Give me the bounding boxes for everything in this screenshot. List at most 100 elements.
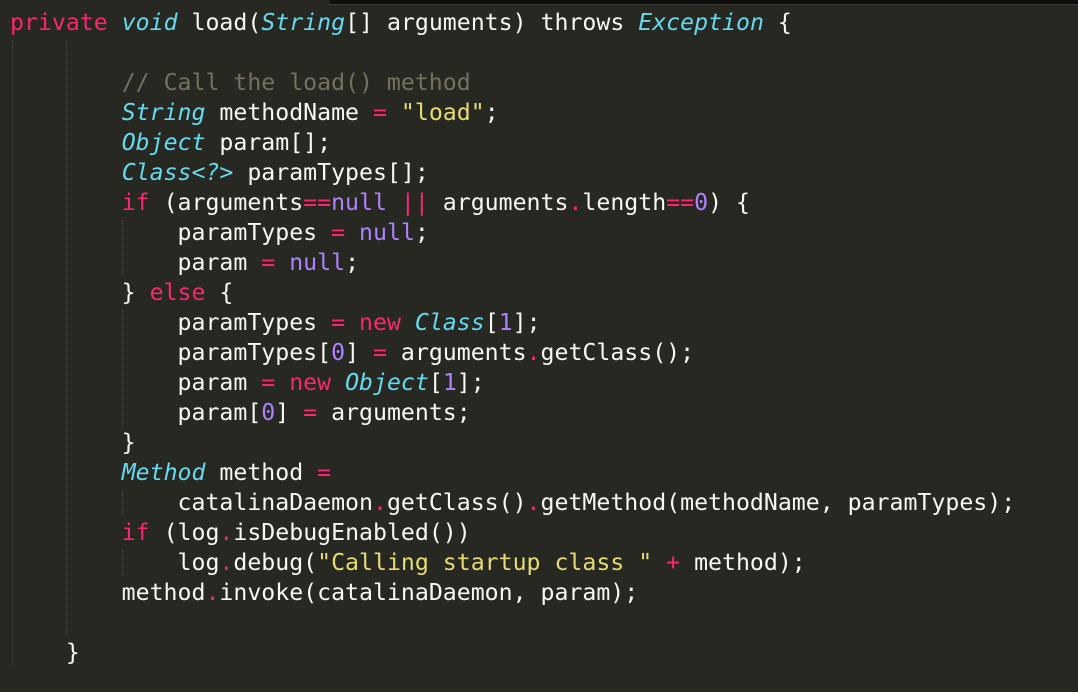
code-token: getClass() [386, 489, 527, 516]
code-token: param[ [10, 399, 262, 426]
code-token: length [582, 189, 667, 216]
code-line[interactable]: } [10, 428, 1078, 458]
code-token: ; [484, 99, 499, 126]
code-line[interactable]: log.debug("Calling startup class " + met… [10, 548, 1078, 578]
indent-guide [66, 40, 67, 636]
code-token: paramTypes[ [10, 339, 332, 366]
code-token: ]; [456, 369, 485, 396]
code-token: if [121, 519, 150, 546]
code-line[interactable]: paramTypes = null; [10, 218, 1078, 248]
code-token: { [763, 9, 792, 36]
code-line[interactable]: paramTypes = new Class[1]; [10, 308, 1078, 338]
code-token: . [372, 489, 387, 516]
indent-guide [122, 310, 123, 426]
code-line[interactable]: paramTypes[0] = arguments.getClass(); [10, 338, 1078, 368]
code-token: paramTypes[]; [233, 159, 429, 186]
code-token: Object [121, 129, 206, 156]
code-token: == [303, 189, 332, 216]
code-token: } [10, 639, 80, 666]
code-line[interactable] [10, 38, 1078, 68]
code-line[interactable]: // Call the load() method [10, 68, 1078, 98]
code-line[interactable]: method.invoke(catalinaDaemon, param); [10, 578, 1078, 608]
code-line[interactable]: } else { [10, 278, 1078, 308]
code-token: new [359, 309, 401, 336]
indent-guide [122, 490, 123, 516]
code-token: = [372, 339, 387, 366]
code-token: null [359, 219, 415, 246]
code-token: method); [680, 549, 806, 576]
code-token: null [331, 189, 387, 216]
code-token: new [289, 369, 332, 396]
code-token: Class [414, 309, 485, 336]
code-token: String [121, 99, 206, 126]
code-token: "Calling startup class " [317, 549, 653, 576]
code-token: { [205, 279, 234, 306]
tab-bar-edge [330, 0, 1078, 5]
code-token: String [261, 9, 346, 36]
code-line[interactable]: String methodName = "load"; [10, 98, 1078, 128]
code-token: getMethod(methodName, paramTypes); [540, 489, 1016, 516]
code-token: catalinaDaemon [10, 489, 373, 516]
code-token: } [10, 279, 150, 306]
code-token: else [149, 279, 206, 306]
code-token: ]; [512, 309, 541, 336]
code-token: ; [414, 219, 429, 246]
code-token: isDebugEnabled()) [233, 519, 471, 546]
code-token: load( [177, 9, 262, 36]
code-token: . [568, 189, 583, 216]
code-token: [ [484, 309, 499, 336]
code-token: paramTypes [10, 219, 332, 246]
code-token: == [666, 189, 695, 216]
code-token: 0 [331, 339, 346, 366]
code-token: = [317, 459, 332, 486]
code-line[interactable]: if (arguments==null || arguments.length=… [10, 188, 1078, 218]
code-token: (arguments [149, 189, 304, 216]
code-token: . [205, 579, 220, 606]
code-line[interactable]: Object param[]; [10, 128, 1078, 158]
code-line[interactable]: if (log.isDebugEnabled()) [10, 518, 1078, 548]
code-token: if [121, 189, 150, 216]
code-token: = [372, 99, 387, 126]
code-token: method [205, 459, 318, 486]
code-line[interactable]: private void load(String[] arguments) th… [10, 8, 1078, 38]
code-token: = [261, 369, 276, 396]
code-token: methodName [205, 99, 373, 126]
code-token: ] [345, 339, 373, 366]
code-line[interactable]: Class<?> paramTypes[]; [10, 158, 1078, 188]
code-token: param [10, 249, 262, 276]
code-token: ] [275, 399, 304, 426]
code-token: + [666, 549, 681, 576]
code-line[interactable]: catalinaDaemon.getClass().getMethod(meth… [10, 488, 1078, 518]
code-token: method [10, 579, 206, 606]
indent-guide [122, 550, 123, 576]
code-token: // Call the load() method [121, 69, 471, 96]
code-token: = [331, 309, 346, 336]
code-token: . [219, 519, 234, 546]
code-token: debug( [233, 549, 318, 576]
code-token: = [331, 219, 346, 246]
code-token: ) { [708, 189, 750, 216]
code-editor[interactable]: private void load(String[] arguments) th… [10, 8, 1078, 668]
code-line[interactable]: Method method = [10, 458, 1078, 488]
code-token: paramTypes [10, 309, 332, 336]
indent-guide [12, 40, 13, 666]
code-token: . [526, 489, 541, 516]
code-token: Exception [638, 9, 764, 36]
code-line[interactable]: param[0] = arguments; [10, 398, 1078, 428]
code-line[interactable] [10, 608, 1078, 638]
code-line[interactable]: } [10, 638, 1078, 668]
code-token: arguments; [317, 399, 471, 426]
code-token: param[]; [205, 129, 332, 156]
code-token: getClass(); [540, 339, 695, 366]
code-line[interactable]: param = null; [10, 248, 1078, 278]
code-line[interactable]: param = new Object[1]; [10, 368, 1078, 398]
code-token: "load" [400, 99, 485, 126]
